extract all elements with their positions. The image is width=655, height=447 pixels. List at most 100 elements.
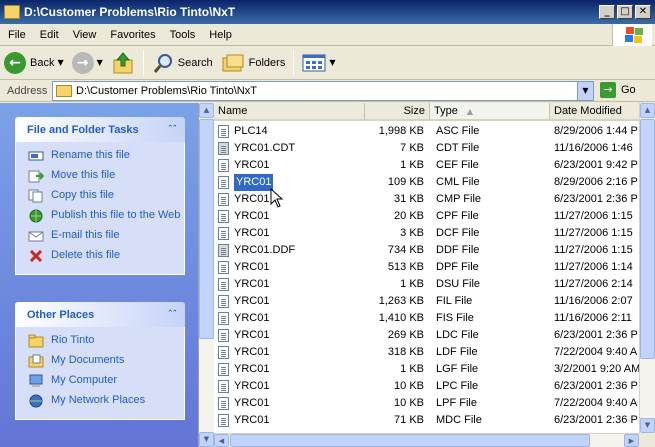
chevron-down-icon[interactable]: ▼ [97, 58, 103, 67]
file-name[interactable]: YRC01.CDT [234, 140, 295, 157]
chevron-down-icon[interactable]: ▼ [329, 58, 335, 67]
task-label[interactable]: Delete this file [51, 248, 120, 262]
up-folder-button[interactable] [107, 49, 139, 77]
title-bar[interactable]: D:\Customer Problems\Rio Tinto\NxT _ □ ✕ [0, 0, 655, 24]
place-my-documents[interactable]: My Documents [28, 353, 184, 373]
table-row[interactable]: YRC01 1 KB CEF File 6/23/2001 9:42 P [214, 157, 639, 174]
views-button[interactable]: ▼ [298, 49, 339, 77]
scroll-left-icon[interactable]: ◀ [214, 434, 229, 447]
file-name[interactable]: YRC01 [234, 208, 269, 225]
close-button[interactable]: ✕ [635, 5, 651, 19]
file-list-scrollbar-vertical[interactable]: ▲ ▼ [639, 103, 655, 433]
table-row[interactable]: YRC01 318 KB LDF File 7/22/2004 9:40 A [214, 344, 639, 361]
search-button[interactable]: Search [148, 49, 217, 77]
file-list-scrollbar-horizontal[interactable]: ◀ ▶ [214, 433, 639, 447]
table-row[interactable]: YRC01 1,263 KB FIL File 11/16/2006 2:07 [214, 293, 639, 310]
file-name[interactable]: YRC01 [232, 174, 275, 191]
task-publish[interactable]: Publish this file to the Web [28, 208, 184, 228]
scroll-up-icon[interactable]: ▲ [640, 103, 655, 118]
file-name[interactable]: YRC01 [234, 395, 269, 412]
menu-favorites[interactable]: Favorites [103, 29, 162, 41]
scroll-thumb[interactable] [199, 119, 214, 339]
file-name[interactable]: YRC01 [234, 412, 269, 429]
chevron-down-icon[interactable]: ▼ [577, 82, 593, 100]
go-button[interactable]: → Go [600, 82, 636, 98]
task-copy[interactable]: Copy this file [28, 188, 184, 208]
task-delete[interactable]: Delete this file [28, 248, 184, 268]
file-name[interactable]: YRC01 [234, 225, 269, 242]
table-row[interactable]: PLC14 1,998 KB ASC File 8/29/2006 1:44 P [214, 123, 639, 140]
panel-title: File and Folder Tasks [27, 123, 139, 136]
task-pane-scrollbar[interactable]: ▲ ▼ [198, 103, 214, 447]
file-name[interactable]: YRC01 [234, 378, 269, 395]
column-header-type[interactable]: Type ▲ [430, 103, 550, 121]
table-row[interactable]: YRC01.DDF 734 KB DDF File 11/27/2006 1:15 [214, 242, 639, 259]
file-name[interactable]: YRC01 [234, 361, 269, 378]
file-name[interactable]: YRC01 [234, 344, 269, 361]
scroll-thumb[interactable] [230, 434, 590, 447]
task-label[interactable]: Copy this file [51, 188, 114, 202]
scroll-right-icon[interactable]: ▶ [624, 434, 639, 447]
task-label[interactable]: Rename this file [51, 148, 130, 162]
task-rename[interactable]: Rename this file [28, 148, 184, 168]
file-name[interactable]: YRC01 [234, 191, 269, 208]
menu-tools[interactable]: Tools [163, 29, 203, 41]
table-row[interactable]: YRC01 1 KB LGF File 3/2/2001 9:20 AM [214, 361, 639, 378]
place-label[interactable]: My Documents [51, 353, 124, 367]
address-path[interactable]: D:\Customer Problems\Rio Tinto\NxT [76, 85, 577, 97]
collapse-icon[interactable]: ˆˆ [168, 310, 177, 320]
file-name[interactable]: PLC14 [234, 123, 268, 140]
task-email[interactable]: E-mail this file [28, 228, 184, 248]
place-label[interactable]: Rio Tinto [51, 333, 94, 347]
file-date-modified: 11/27/2006 1:15 [554, 210, 633, 222]
back-button[interactable]: ← Back ▼ [0, 49, 68, 77]
table-row[interactable]: YRC01 3 KB DCF File 11/27/2006 1:15 [214, 225, 639, 242]
forward-button[interactable]: → ▼ [68, 49, 107, 77]
file-name[interactable]: YRC01.DDF [234, 242, 295, 259]
file-name[interactable]: YRC01 [234, 310, 269, 327]
menu-edit[interactable]: Edit [33, 29, 66, 41]
task-label[interactable]: Move this file [51, 168, 115, 182]
address-input[interactable]: D:\Customer Problems\Rio Tinto\NxT ▼ [52, 81, 594, 101]
menu-view[interactable]: View [66, 29, 104, 41]
minimize-button[interactable]: _ [599, 5, 615, 19]
file-name[interactable]: YRC01 [234, 157, 269, 174]
place-rio-tinto[interactable]: Rio Tinto [28, 333, 184, 353]
task-label[interactable]: Publish this file to the Web [51, 208, 180, 222]
table-row[interactable]: YRC01 1 KB DSU File 11/27/2006 2:14 [214, 276, 639, 293]
table-row[interactable]: YRC01 10 KB LPC File 6/23/2001 2:36 P [214, 378, 639, 395]
table-row[interactable]: YRC01 10 KB LPF File 7/22/2004 9:40 A [214, 395, 639, 412]
place-label[interactable]: My Network Places [51, 393, 145, 407]
other-places-header[interactable]: Other Places ˆˆ [15, 302, 185, 327]
file-name[interactable]: YRC01 [234, 276, 269, 293]
file-name[interactable]: YRC01 [234, 327, 269, 344]
scroll-down-icon[interactable]: ▼ [199, 432, 214, 447]
column-header-size[interactable]: Size [364, 103, 430, 121]
table-row[interactable]: YRC01 513 KB DPF File 11/27/2006 1:14 [214, 259, 639, 276]
task-label[interactable]: E-mail this file [51, 228, 119, 242]
table-row[interactable]: YRC01 269 KB LDC File 6/23/2001 2:36 P [214, 327, 639, 344]
place-my-computer[interactable]: My Computer [28, 373, 184, 393]
task-move[interactable]: Move this file [28, 168, 184, 188]
chevron-down-icon[interactable]: ▼ [57, 58, 63, 67]
file-name[interactable]: YRC01 [234, 259, 269, 276]
table-row[interactable]: YRC01.CDT 7 KB CDT File 11/16/2006 1:46 [214, 140, 639, 157]
column-header-date-modified[interactable]: Date Modified [550, 103, 639, 121]
table-row[interactable]: YRC01 1,410 KB FIS File 11/16/2006 2:11 [214, 310, 639, 327]
table-row[interactable]: YRC01 20 KB CPF File 11/27/2006 1:15 [214, 208, 639, 225]
window-title: D:\Customer Problems\Rio Tinto\NxT [24, 5, 236, 19]
collapse-icon[interactable]: ˆˆ [168, 125, 177, 135]
maximize-button[interactable]: □ [617, 5, 633, 19]
scroll-thumb[interactable] [640, 119, 655, 359]
menu-file[interactable]: File [0, 29, 33, 41]
my-computer-icon [28, 374, 44, 388]
folders-button[interactable]: Folders [217, 49, 290, 77]
file-folder-tasks-header[interactable]: File and Folder Tasks ˆˆ [15, 117, 185, 142]
scroll-up-icon[interactable]: ▲ [199, 103, 214, 118]
table-row[interactable]: YRC01 71 KB MDC File 6/23/2001 2:36 P [214, 412, 639, 429]
place-my-network-places[interactable]: My Network Places [28, 393, 184, 413]
menu-help[interactable]: Help [202, 29, 239, 41]
scroll-down-icon[interactable]: ▼ [640, 418, 655, 433]
place-label[interactable]: My Computer [51, 373, 117, 387]
file-name[interactable]: YRC01 [234, 293, 269, 310]
